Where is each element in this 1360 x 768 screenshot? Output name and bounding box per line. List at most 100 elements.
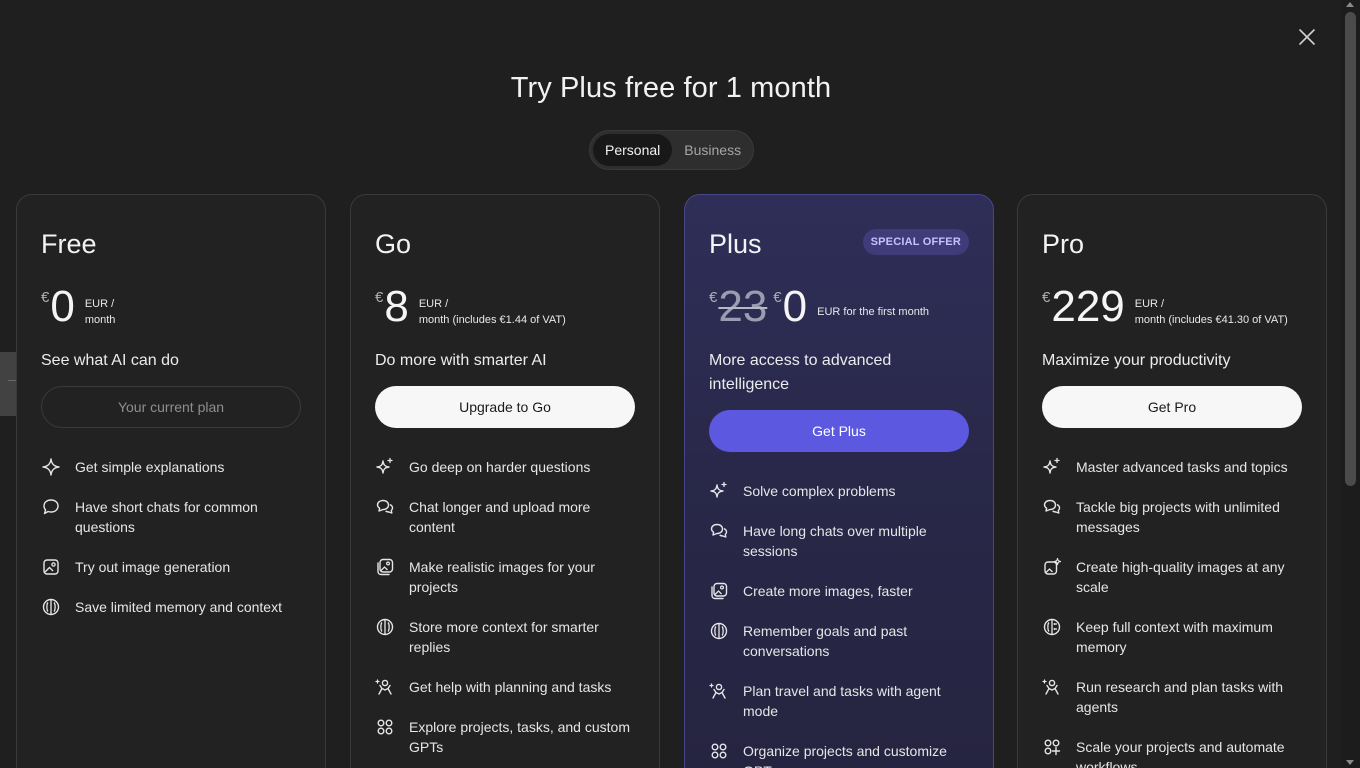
feature-text: Have short chats for common questions [75,499,258,535]
list-item: Chat longer and upload more content [375,497,639,537]
plan-tagline: See what AI can do [41,352,179,369]
list-item: Try out image generation [41,557,305,577]
price-unit-line2: month [84,314,116,326]
price-amount: 229 [1051,282,1125,331]
currency-symbol: € [375,289,384,306]
currency-symbol: € [773,289,782,306]
scrollbar-thumb[interactable] [1345,12,1356,486]
price: € 229 EUR / month (includes €41.30 of VA… [1042,283,1288,331]
plan-card-go: Go € 8 EUR / month (includes €1.44 of VA… [350,194,660,768]
tab-personal[interactable]: Personal [593,134,673,166]
list-item: Have short chats for common questions [41,497,305,537]
feature-text: Make realistic images for your projects [409,559,595,595]
list-item: Save limited memory and context [41,597,305,617]
close-button[interactable] [1294,24,1320,50]
apps-icon [709,741,729,761]
plan-tagline: Do more with smarter AI [375,352,547,369]
price-unit-line2: month (includes €1.44 of VAT) [418,314,566,326]
feature-text: Store more context for smarter replies [409,619,599,655]
scroll-down-icon[interactable] [1346,760,1354,765]
feature-text: Try out image generation [75,559,231,575]
special-offer-badge: SPECIAL OFFER [862,229,969,255]
feature-text: Explore projects, tasks, and custom GPTs [409,719,630,755]
price-unit-line2: month (includes €41.30 of VAT) [1134,314,1288,326]
plan-type-toggle: Personal Business [589,130,754,170]
price-unit-line1: EUR / [1134,298,1165,310]
get-plus-button[interactable]: Get Plus [709,410,969,452]
chat-bubble-icon [41,497,61,517]
price: € 8 EUR / month (includes €1.44 of VAT) [375,283,566,331]
chat-bubbles-icon [1042,497,1062,517]
feature-text: Get help with planning and tasks [409,679,612,695]
list-item: Explore projects, tasks, and custom GPTs [375,717,639,757]
plan-name: Go [375,229,412,259]
currency-symbol: € [1042,289,1051,306]
price-unit: EUR / month [85,296,116,328]
feature-text: Organize projects and customize GPTs [743,743,947,768]
apps-icon [375,717,395,737]
list-item: Have long chats over multiple sessions [709,521,973,561]
old-price-amount: 23 [718,282,768,331]
scroll-up-icon[interactable] [1346,2,1354,7]
feature-text: Remember goals and past conversations [743,623,908,659]
list-item: Tackle big projects with unlimited messa… [1042,497,1306,537]
list-item: Go deep on harder questions [375,457,639,477]
images-icon [709,581,729,601]
feature-list: Get simple explanations Have short chats… [41,457,305,637]
agent-icon [375,677,395,697]
image-icon [41,557,61,577]
brain-icon [375,617,395,637]
feature-text: Chat longer and upload more content [409,499,591,535]
plan-tagline: Maximize your productivity [1042,352,1231,369]
sparkle-icon [41,457,61,477]
feature-text: Keep full context with maximum memory [1076,619,1273,655]
plan-name: Free [41,229,97,259]
list-item: Store more context for smarter replies [375,617,639,657]
feature-text: Create more images, faster [743,583,913,599]
list-item: Plan travel and tasks with agent mode [709,681,973,721]
current-plan-button[interactable]: Your current plan [41,386,301,428]
get-pro-button[interactable]: Get Pro [1042,386,1302,428]
brain-circuit-icon [1042,617,1062,637]
feature-text: Master advanced tasks and topics [1076,459,1288,475]
list-item: Master advanced tasks and topics [1042,457,1306,477]
plan-name: Pro [1042,229,1085,259]
chat-bubbles-icon [375,497,395,517]
upgrade-to-go-button[interactable]: Upgrade to Go [375,386,635,428]
apps-plus-icon [1042,737,1062,757]
price-unit: EUR / month (includes €1.44 of VAT) [419,296,566,328]
brain-icon [41,597,61,617]
list-item: Create high-quality images at any scale [1042,557,1306,597]
currency-symbol: € [41,289,50,306]
tab-business[interactable]: Business [672,134,753,166]
price-amount: 0 [782,282,808,331]
images-icon [375,557,395,577]
images-sparkle-icon [1042,557,1062,577]
price-unit: EUR for the first month [817,304,929,320]
price: € 23 € 0 EUR for the first month [709,283,929,331]
feature-text: Plan travel and tasks with agent mode [743,683,941,719]
sparkles-icon [1042,457,1062,477]
price-amount: 0 [50,282,75,331]
agent-icon [1042,677,1062,697]
feature-text: Get simple explanations [75,459,225,475]
sparkles-icon [709,481,729,501]
chat-bubbles-icon [709,521,729,541]
feature-text: Create high-quality images at any scale [1076,559,1285,595]
feature-text: Go deep on harder questions [409,459,591,475]
feature-list: Solve complex problems Have long chats o… [709,481,973,768]
brain-icon [709,621,729,641]
plan-card-free: Free € 0 EUR / month See what AI can do … [16,194,326,768]
plan-card-plus: Plus SPECIAL OFFER € 23 € 0 EUR for the … [684,194,994,768]
price-unit-line1: EUR / [418,298,449,310]
price-amount: 8 [384,282,409,331]
list-item: Get help with planning and tasks [375,677,639,697]
feature-text: Save limited memory and context [75,599,282,615]
plan-name: Plus [709,229,762,259]
list-item: Organize projects and customize GPTs [709,741,973,768]
close-icon [1299,29,1315,45]
feature-text: Tackle big projects with unlimited messa… [1076,499,1280,535]
feature-text: Run research and plan tasks with agents [1076,679,1283,715]
price-unit-line1: EUR for the first month [817,306,929,318]
price-unit: EUR / month (includes €41.30 of VAT) [1135,296,1288,328]
